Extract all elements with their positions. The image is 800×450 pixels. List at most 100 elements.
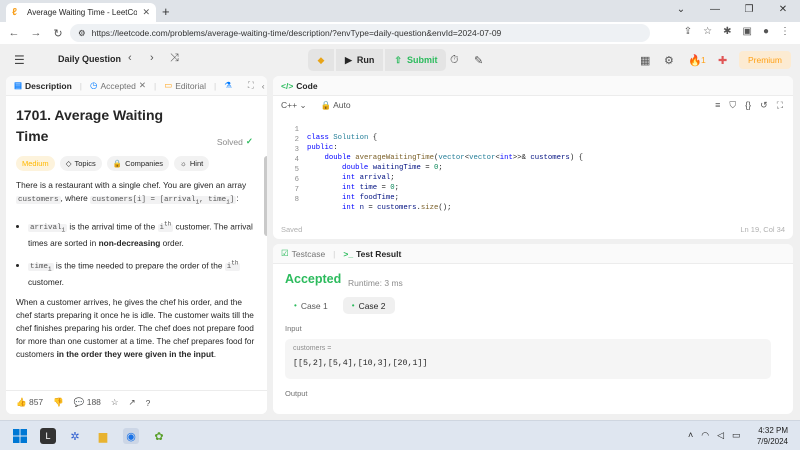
expand-panel-icon[interactable]: ⛶ <box>248 80 254 91</box>
code-line: 1 class Solution { <box>294 126 378 142</box>
solved-status: Solved ✓ <box>216 136 253 147</box>
notes-icon[interactable]: ✎ <box>474 54 483 67</box>
tab-description[interactable]: ▤ Description <box>14 80 72 91</box>
chrome-icon[interactable]: ◉ <box>123 428 139 444</box>
comments-button[interactable]: 💬 188 <box>74 397 101 408</box>
browser-tab[interactable]: ℓ Average Waiting Time - LeetCod ✕ <box>6 3 156 22</box>
check-circle-icon: ✓ <box>245 136 253 146</box>
code-line: 5 int arrival; <box>294 166 395 182</box>
profile-icon[interactable]: ● <box>763 26 769 37</box>
sidebar-icon[interactable]: ▣ <box>743 26 752 37</box>
companies-tag[interactable]: 🔒 Companies <box>106 156 170 171</box>
terminal-app-icon[interactable]: L <box>40 428 56 444</box>
pass-dot-icon: • <box>294 301 297 310</box>
language-select[interactable]: C++ ⌄ <box>281 100 307 111</box>
timer-icon[interactable]: ⏱ <box>450 54 459 67</box>
terminal-icon: >_ <box>343 248 354 259</box>
tab-editorial[interactable]: ▭ Editorial <box>164 80 206 91</box>
collapse-panel-icon[interactable]: ‹ <box>262 81 265 91</box>
shuffle-icon[interactable]: ⤨ <box>170 52 179 65</box>
browser-menu-icon[interactable]: ⋮ <box>780 26 790 37</box>
result-body: Accepted Runtime: 3 ms • Case 1 • Case 2… <box>273 264 793 406</box>
settings-gear-icon[interactable]: ⚙ <box>664 54 674 67</box>
tab-code[interactable]: </> Code <box>281 81 318 91</box>
share-icon[interactable]: ⇪ <box>684 26 692 37</box>
lock-icon: 🔒 <box>112 159 123 168</box>
code-line: 4 double waitingTime = 0; <box>294 156 443 172</box>
case-2-button[interactable]: • Case 2 <box>342 297 395 314</box>
windows-start-icon[interactable] <box>12 428 28 444</box>
reload-icon[interactable]: ↻ <box>52 27 64 40</box>
description-scrollbar[interactable] <box>264 156 267 236</box>
help-icon[interactable]: ? <box>146 398 151 408</box>
streak-fire-icon[interactable]: 🔥 <box>688 54 702 67</box>
tab-test-result[interactable]: >_ Test Result <box>343 249 401 259</box>
restore-icon[interactable]: ❐ <box>732 0 766 22</box>
flask-icon: ⚗ <box>224 80 232 90</box>
submit-button[interactable]: ⇧ Submit <box>385 49 447 71</box>
chevron-up-icon[interactable]: ˄ <box>688 430 693 441</box>
input-box: customers = [[5,2],[5,4],[10,3],[20,1]] <box>285 339 771 379</box>
input-value: [[5,2],[5,4],[10,3],[20,1]] <box>293 359 428 368</box>
forward-arrow-icon[interactable]: → <box>30 27 42 39</box>
braces-icon[interactable]: {} <box>745 100 751 111</box>
back-arrow-icon[interactable]: ← <box>8 27 20 39</box>
wifi-icon[interactable]: ◠ <box>701 430 709 441</box>
hint-tag[interactable]: ☼ Hint <box>174 156 210 171</box>
next-question-icon[interactable]: › <box>150 52 154 64</box>
problem-tags: Medium ◇ Topics 🔒 Companies ☼ Hint <box>16 156 257 171</box>
tab-testcase[interactable]: ☑ Testcase <box>281 248 325 259</box>
format-icon[interactable]: ≡ <box>715 100 720 111</box>
system-tray: ˄ ◠ ◁ ▭ <box>688 430 741 441</box>
layout-grid-icon[interactable]: ▦ <box>640 54 650 67</box>
share-link-icon[interactable]: ↗ <box>129 397 136 408</box>
problem-list-icon[interactable]: ☰ <box>14 53 25 67</box>
runtime-text: Runtime: 3 ms <box>348 278 403 288</box>
new-tab-icon[interactable]: + <box>162 4 170 19</box>
close-accepted-tab-icon[interactable]: ✕ <box>139 80 146 91</box>
like-button[interactable]: 👍 857 <box>16 397 43 408</box>
extensions-icon[interactable]: ✱ <box>723 26 731 37</box>
code-actions: ≡ ⛉ {} ↺ ⛶ <box>715 100 783 111</box>
favorite-star-icon[interactable]: ☆ <box>111 397 119 408</box>
url-field[interactable]: ⚙ https://leetcode.com/problems/average-… <box>70 24 650 42</box>
chevron-down-icon[interactable]: ⌄ <box>664 0 698 22</box>
site-info-icon[interactable]: ⚙ <box>78 28 86 39</box>
problem-title[interactable]: 1701. Average Waiting Time <box>16 105 186 147</box>
close-tab-icon[interactable]: ✕ <box>142 7 150 18</box>
close-window-icon[interactable]: ✕ <box>766 0 800 22</box>
lock-icon: 🔒 <box>320 99 332 110</box>
vscode-app-icon[interactable]: ✲ <box>67 428 83 444</box>
bookmark-star-icon[interactable]: ☆ <box>703 26 712 37</box>
code-status-bar: Saved Ln 19, Col 34 <box>273 219 793 239</box>
battery-icon[interactable]: ▭ <box>732 430 741 441</box>
case-1-button[interactable]: • Case 1 <box>285 297 337 314</box>
avatar-icon[interactable]: ✚ <box>718 54 727 67</box>
tab-solutions[interactable]: ⚗ <box>224 80 232 91</box>
volume-icon[interactable]: ◁ <box>717 430 724 441</box>
dislike-icon[interactable]: 👎 <box>53 397 64 408</box>
daily-question-label[interactable]: Daily Question <box>58 54 121 64</box>
file-explorer-icon[interactable]: ▆ <box>95 428 111 444</box>
bookmark-icon[interactable]: ⛉ <box>729 100 736 111</box>
auto-mode[interactable]: 🔒 Auto <box>321 100 351 111</box>
topics-tag[interactable]: ◇ Topics <box>59 156 102 171</box>
clock[interactable]: 4:32 PM 7/9/2024 <box>757 425 788 447</box>
description-bullets: arrivali is the arrival time of the ith … <box>16 218 257 289</box>
thumbs-up-icon: 👍 <box>16 397 27 407</box>
prev-question-icon[interactable]: ‹ <box>128 52 132 64</box>
tab-accepted[interactable]: ◷ Accepted ✕ <box>90 80 146 91</box>
minimize-icon[interactable]: — <box>698 0 732 22</box>
premium-button[interactable]: Premium <box>739 51 791 69</box>
code-editor[interactable]: 1 class Solution { 2 public: 3 double av… <box>273 118 793 218</box>
pass-dot-icon: • <box>351 301 355 310</box>
saved-status: Saved <box>281 224 303 234</box>
reset-icon[interactable]: ↺ <box>760 100 768 111</box>
browser-tab-strip: ℓ Average Waiting Time - LeetCod ✕ + ⌄ —… <box>0 0 800 22</box>
game-app-icon[interactable]: ✿ <box>151 428 167 444</box>
code-line: 7 int foodTime; <box>294 186 399 202</box>
fullscreen-icon[interactable]: ⛶ <box>777 100 783 111</box>
input-label: Input <box>285 324 302 333</box>
run-button[interactable]: ▶ Run <box>336 49 384 71</box>
debug-icon[interactable]: ◆ <box>308 49 334 71</box>
